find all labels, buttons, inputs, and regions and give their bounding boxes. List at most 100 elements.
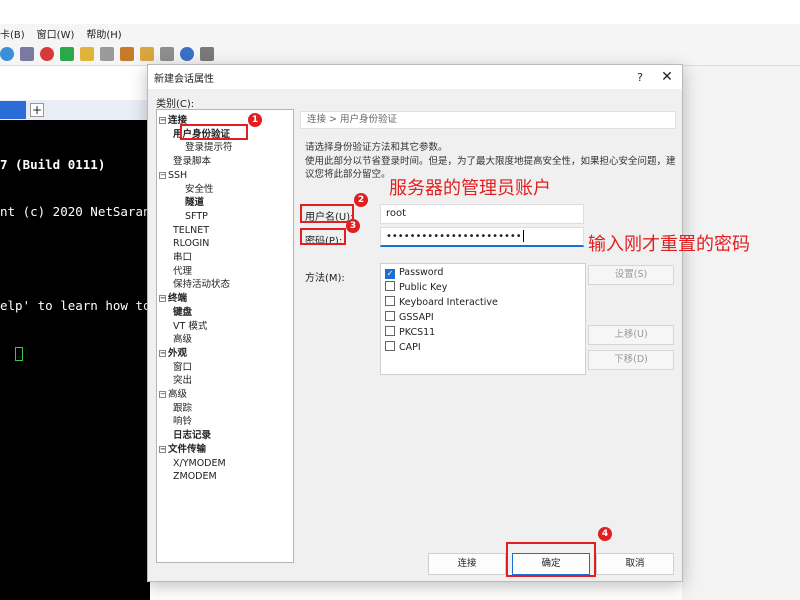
tree-item[interactable]: 突出: [173, 374, 192, 387]
section-description: 请选择身份验证方法和其它参数。: [305, 142, 448, 153]
method-item-password[interactable]: ✓ Password: [385, 266, 443, 280]
cancel-button[interactable]: 取消: [596, 553, 674, 575]
tree-item[interactable]: 窗口: [173, 361, 192, 374]
annotation-box-ok: [506, 542, 596, 577]
checkbox-checked-icon[interactable]: ✓: [385, 269, 395, 279]
annotation-badge-3: 3: [346, 219, 360, 233]
tree-item[interactable]: RLOGIN: [173, 237, 209, 250]
tree-item[interactable]: 登录提示符: [185, 141, 233, 154]
tree-item[interactable]: 登录脚本: [173, 155, 211, 168]
annotation-admin-note: 服务器的管理员账户: [389, 178, 551, 199]
tree-item[interactable]: 响铃: [173, 415, 192, 428]
tree-item[interactable]: X/YMODEM: [173, 457, 226, 470]
tree-item[interactable]: 高级: [173, 333, 192, 346]
username-field[interactable]: root: [380, 204, 584, 224]
annotation-password-note: 输入刚才重置的密码: [588, 234, 750, 255]
section-breadcrumb: 连接 > 用户身份验证: [300, 111, 676, 129]
tree-item[interactable]: − 高级: [159, 388, 187, 401]
checkbox-icon[interactable]: [385, 311, 395, 321]
annotation-badge-2: 2: [354, 193, 368, 207]
add-tab-button[interactable]: +: [30, 103, 44, 117]
layout-icon[interactable]: [160, 46, 174, 61]
app-right-panel: [682, 66, 800, 600]
method-item-gssapi[interactable]: GSSAPI: [385, 311, 434, 325]
menu-item-card[interactable]: 卡(B): [0, 26, 25, 41]
menu-item-window[interactable]: 窗口(W): [37, 26, 75, 41]
dialog-title: 新建会话属性: [154, 73, 214, 85]
checkbox-icon[interactable]: [385, 296, 395, 306]
move-up-button[interactable]: 上移(U): [588, 325, 674, 345]
close-button[interactable]: ✕: [652, 69, 682, 85]
help-icon[interactable]: [180, 46, 194, 61]
settings-icon[interactable]: [200, 46, 214, 61]
tree-item[interactable]: 安全性: [185, 183, 214, 196]
password-value: •••••••••••••••••••••••: [386, 231, 522, 242]
session-tab[interactable]: [0, 101, 26, 119]
globe-icon[interactable]: [0, 46, 14, 61]
terminal[interactable]: 7 (Build 0111) nt (c) 2020 NetSaran elp'…: [0, 120, 150, 600]
app-top-strip: [0, 0, 800, 24]
method-label: 方法(M):: [305, 273, 345, 284]
collapse-toggle-icon[interactable]: −: [159, 171, 166, 179]
annotation-box-username: [300, 204, 354, 223]
tree-item[interactable]: 跟踪: [173, 402, 192, 415]
terminal-cursor-line: [0, 344, 150, 361]
keyboard-icon[interactable]: [100, 46, 114, 61]
xftp-icon[interactable]: [60, 46, 74, 61]
terminal-line: 7 (Build 0111): [0, 157, 106, 172]
terminal-line: elp' to learn how to: [0, 298, 150, 313]
xshell-icon[interactable]: [40, 46, 54, 61]
checkbox-icon[interactable]: [385, 326, 395, 336]
annotation-badge-1: 1: [248, 113, 262, 127]
tree-item[interactable]: 串口: [173, 251, 192, 264]
method-item-keyboard-interactive[interactable]: Keyboard Interactive: [385, 296, 498, 310]
menubar: 卡(B) 窗口(W) 帮助(H): [0, 24, 800, 42]
collapse-toggle-icon[interactable]: −: [159, 117, 166, 124]
tree-item[interactable]: ZMODEM: [173, 470, 217, 483]
category-label: 类别(C):: [156, 99, 195, 110]
collapse-toggle-icon[interactable]: −: [159, 349, 166, 357]
method-item-capi[interactable]: CAPI: [385, 341, 421, 355]
text-caret: [522, 230, 524, 242]
collapse-toggle-icon[interactable]: −: [159, 445, 166, 453]
tree-item[interactable]: − 文件传输: [159, 443, 206, 456]
method-item-pkcs11[interactable]: PKCS11: [385, 326, 435, 340]
tree-item[interactable]: SFTP: [185, 210, 208, 223]
menu-item-help[interactable]: 帮助(H): [86, 26, 121, 41]
annotation-badge-4: 4: [598, 527, 612, 541]
tree-item[interactable]: 隧道: [185, 196, 204, 209]
lock-icon[interactable]: [80, 46, 94, 61]
help-button[interactable]: ?: [628, 71, 652, 84]
new-session-dialog: 新建会话属性 ? ✕ 类别(C): − 连接 用户身份验证 登录提示符 登录脚本 − SSH…: [147, 64, 683, 582]
tree-item[interactable]: 保持活动状态: [173, 278, 230, 291]
folder-icon[interactable]: [140, 46, 154, 61]
tree-item[interactable]: 键盘: [173, 306, 192, 319]
font-icon[interactable]: [20, 46, 34, 61]
dialog-titlebar: 新建会话属性 ? ✕: [148, 65, 682, 89]
checkbox-icon[interactable]: [385, 281, 395, 291]
settings-button[interactable]: 设置(S): [588, 265, 674, 285]
tree-item[interactable]: 代理: [173, 265, 192, 278]
tree-item[interactable]: VT 模式: [173, 320, 207, 333]
category-tree: − 连接 用户身份验证 登录提示符 登录脚本 − SSH 安全性 隧道 SFTP TELNET RLO…: [156, 109, 294, 563]
move-down-button[interactable]: 下移(D): [588, 350, 674, 370]
method-list: ✓ Password Public Key Keyboard Interactiv…: [380, 263, 586, 375]
terminal-line: nt (c) 2020 NetSaran: [0, 204, 150, 219]
terminal-cursor: [15, 346, 24, 361]
tree-item[interactable]: TELNET: [173, 224, 209, 237]
annotation-box-auth: [180, 124, 248, 140]
collapse-toggle-icon[interactable]: −: [159, 295, 166, 303]
connect-button[interactable]: 连接: [428, 553, 506, 575]
annotation-box-password: [300, 228, 346, 245]
tree-item[interactable]: − 终端: [159, 292, 187, 305]
toolbar: [0, 42, 800, 66]
tree-item[interactable]: 日志记录: [173, 429, 211, 442]
script-icon[interactable]: [120, 46, 134, 61]
collapse-toggle-icon[interactable]: −: [159, 391, 166, 398]
password-field[interactable]: •••••••••••••••••••••••: [380, 227, 584, 247]
tree-item[interactable]: − 外观: [159, 347, 187, 360]
checkbox-icon[interactable]: [385, 341, 395, 351]
method-item-public-key[interactable]: Public Key: [385, 281, 447, 295]
tree-item[interactable]: − SSH: [159, 169, 187, 182]
